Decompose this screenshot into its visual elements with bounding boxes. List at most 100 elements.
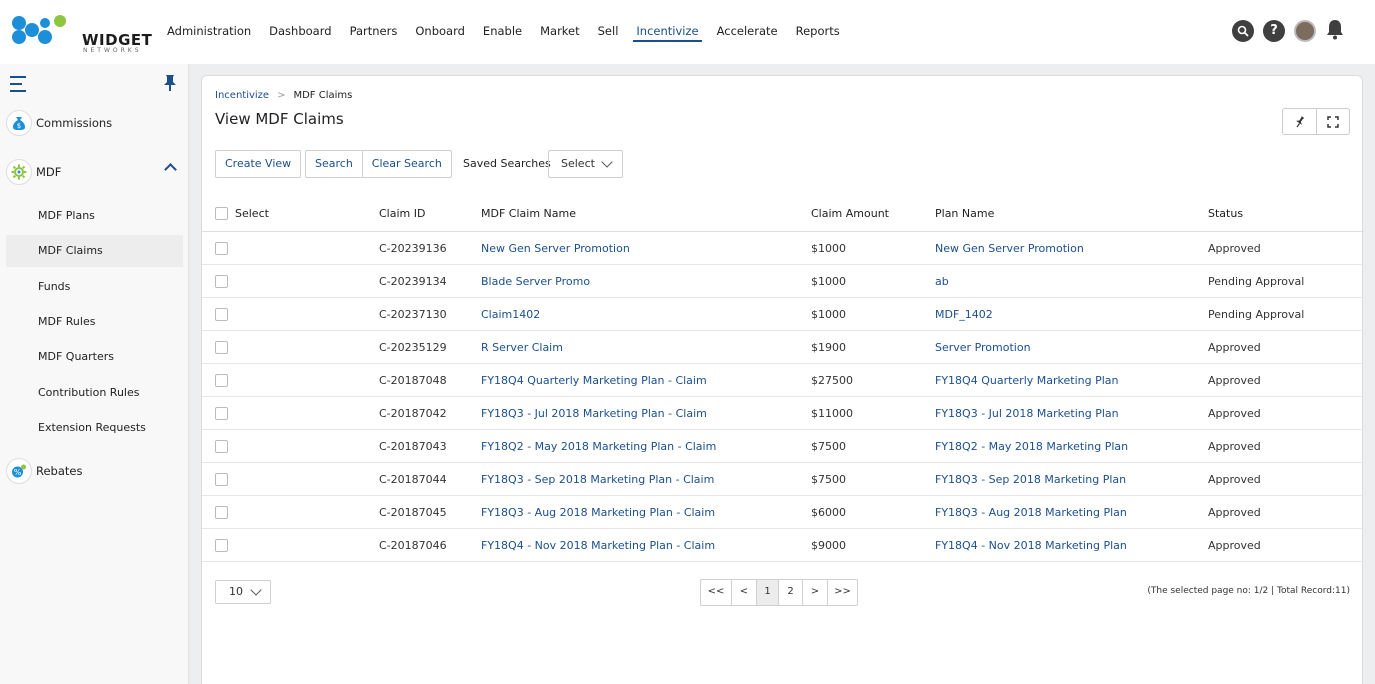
last-page-button[interactable]: >> (827, 580, 857, 605)
plan-name-link[interactable]: MDF_1402 (935, 298, 993, 330)
sidebar-item-mdf-quarters[interactable]: MDF Quarters (6, 341, 183, 373)
plan-name-link[interactable]: New Gen Server Promotion (935, 232, 1084, 264)
search-icon[interactable] (1232, 19, 1254, 42)
claim-name-link[interactable]: FY18Q3 - Jul 2018 Marketing Plan - Claim (481, 397, 707, 429)
plan-name-link[interactable]: FY18Q3 - Aug 2018 Marketing Plan (935, 496, 1127, 528)
row-checkbox[interactable] (215, 241, 228, 255)
nav-item-onboard[interactable]: Onboard (406, 0, 474, 64)
next-page-button[interactable]: > (802, 580, 827, 605)
claim-name-link[interactable]: FY18Q4 - Nov 2018 Marketing Plan - Claim (481, 529, 715, 561)
nav-item-incentivize[interactable]: Incentivize (627, 0, 707, 64)
search-button-group: Search Clear Search (305, 150, 452, 178)
sidebar-item-contribution-rules[interactable]: Contribution Rules (6, 377, 183, 409)
table-row[interactable]: C-20235129 R Server Claim $1900 Server Prom… (202, 331, 1364, 364)
pin-icon[interactable] (163, 74, 177, 96)
row-select-cell (215, 463, 228, 495)
breadcrumb-incentivize-link[interactable]: Incentivize (215, 90, 269, 101)
page-2-button[interactable]: 2 (778, 580, 802, 605)
saved-searches-select[interactable]: Select (548, 150, 623, 178)
header-claim-name[interactable]: MDF Claim Name (481, 196, 576, 231)
nav-item-partners[interactable]: Partners (341, 0, 407, 64)
header-claim-amount[interactable]: Claim Amount (811, 196, 889, 231)
page-size-select[interactable]: 10 (215, 580, 271, 604)
search-button[interactable]: Search (306, 151, 362, 177)
row-select-cell (215, 232, 228, 264)
nav-item-enable[interactable]: Enable (474, 0, 531, 64)
select-all-checkbox[interactable] (215, 207, 228, 220)
claim-name-link[interactable]: FY18Q2 - May 2018 Marketing Plan - Claim (481, 430, 716, 462)
nav-item-reports[interactable]: Reports (787, 0, 849, 64)
sidebar-item-mdf-claims[interactable]: MDF Claims (6, 235, 183, 267)
row-checkbox[interactable] (215, 340, 228, 354)
plan-name-link[interactable]: FY18Q3 - Sep 2018 Marketing Plan (935, 463, 1126, 495)
table-row[interactable]: C-20237130 Claim1402 $1000 MDF_1402 Pending … (202, 298, 1364, 331)
bell-icon[interactable] (1325, 18, 1345, 43)
table-row[interactable]: C-20239134 Blade Server Promo $1000 ab Pendi… (202, 265, 1364, 298)
header-status[interactable]: Status (1208, 196, 1243, 231)
row-select-cell (215, 397, 228, 429)
widget-networks-logo[interactable]: WIDGET NETWORKS (10, 13, 152, 54)
sidebar-section-rebates[interactable]: % Rebates (6, 457, 82, 485)
sidebar-item-mdf-rules[interactable]: MDF Rules (6, 306, 183, 338)
row-checkbox[interactable] (215, 406, 228, 420)
row-checkbox[interactable] (215, 274, 228, 288)
table-row[interactable]: C-20187044 FY18Q3 - Sep 2018 Marketing Pl… (202, 463, 1364, 496)
claim-name-link[interactable]: FY18Q3 - Aug 2018 Marketing Plan - Claim (481, 496, 715, 528)
sidebar-item-mdf-plans[interactable]: MDF Plans (6, 200, 183, 232)
table-row[interactable]: C-20187046 FY18Q4 - Nov 2018 Marketing Pl… (202, 529, 1364, 562)
hamburger-menu-icon[interactable] (10, 76, 26, 97)
help-icon[interactable]: ? (1263, 19, 1285, 42)
plan-name-link[interactable]: ab (935, 265, 949, 297)
clear-search-button[interactable]: Clear Search (361, 151, 451, 177)
table-row[interactable]: C-20187045 FY18Q3 - Aug 2018 Marketing Pl… (202, 496, 1364, 529)
claim-amount-cell: $1900 (811, 340, 846, 354)
claim-name-link[interactable]: FY18Q4 Quarterly Marketing Plan - Claim (481, 364, 707, 396)
claim-id-cell: C-20187048 (379, 373, 447, 387)
fullscreen-button[interactable] (1316, 109, 1349, 134)
row-checkbox[interactable] (215, 439, 228, 453)
claim-amount-cell: $1000 (811, 241, 846, 255)
panel-tools (1282, 108, 1350, 135)
claim-name-link[interactable]: R Server Claim (481, 331, 563, 363)
claim-name-link[interactable]: Blade Server Promo (481, 265, 590, 297)
table-row[interactable]: C-20187043 FY18Q2 - May 2018 Marketing Pl… (202, 430, 1364, 463)
chevron-up-icon[interactable] (164, 163, 177, 176)
create-view-button[interactable]: Create View (215, 150, 302, 178)
nav-item-accelerate[interactable]: Accelerate (708, 0, 787, 64)
plan-name-link[interactable]: Server Promotion (935, 331, 1031, 363)
table-row[interactable]: C-20187048 FY18Q4 Quarterly Marketing Pla… (202, 364, 1364, 397)
header-plan-name[interactable]: Plan Name (935, 196, 994, 231)
plan-name-link[interactable]: FY18Q4 Quarterly Marketing Plan (935, 364, 1118, 396)
plan-name-link[interactable]: FY18Q3 - Jul 2018 Marketing Plan (935, 397, 1119, 429)
sidebar-item-funds[interactable]: Funds (6, 271, 183, 303)
claim-name-link[interactable]: New Gen Server Promotion (481, 232, 630, 264)
sidebar-section-commissions[interactable]: $ Commissions (6, 109, 112, 137)
pin-panel-button[interactable] (1283, 109, 1316, 134)
sidebar-section-mdf[interactable]: MDF (6, 158, 61, 186)
header-claim-id[interactable]: Claim ID (379, 196, 425, 231)
row-checkbox[interactable] (215, 505, 228, 519)
status-cell: Approved (1208, 538, 1261, 552)
saved-searches-label: Saved Searches (463, 157, 551, 170)
row-checkbox[interactable] (215, 307, 228, 321)
prev-page-button[interactable]: < (731, 580, 756, 605)
sidebar-item-extension-requests[interactable]: Extension Requests (6, 412, 183, 444)
page-1-button[interactable]: 1 (756, 580, 778, 605)
nav-item-administration[interactable]: Administration (158, 0, 260, 64)
table-row[interactable]: C-20239136 New Gen Server Promotion $1000 N… (202, 232, 1364, 265)
main-nav: Administration Dashboard Partners Onboard En… (158, 0, 849, 64)
plan-name-link[interactable]: FY18Q2 - May 2018 Marketing Plan (935, 430, 1128, 462)
nav-item-market[interactable]: Market (531, 0, 589, 64)
table-row[interactable]: C-20187042 FY18Q3 - Jul 2018 Marketing Pl… (202, 397, 1364, 430)
row-checkbox[interactable] (215, 538, 228, 552)
plan-name-link[interactable]: FY18Q4 - Nov 2018 Marketing Plan (935, 529, 1127, 561)
avatar[interactable] (1294, 19, 1316, 42)
nav-item-dashboard[interactable]: Dashboard (260, 0, 340, 64)
nav-item-sell[interactable]: Sell (589, 0, 628, 64)
claim-name-link[interactable]: FY18Q3 - Sep 2018 Marketing Plan - Claim (481, 463, 714, 495)
first-page-button[interactable]: << (701, 580, 731, 605)
row-checkbox[interactable] (215, 472, 228, 486)
claim-name-link[interactable]: Claim1402 (481, 298, 540, 330)
claim-amount-cell: $9000 (811, 538, 846, 552)
row-checkbox[interactable] (215, 373, 228, 387)
